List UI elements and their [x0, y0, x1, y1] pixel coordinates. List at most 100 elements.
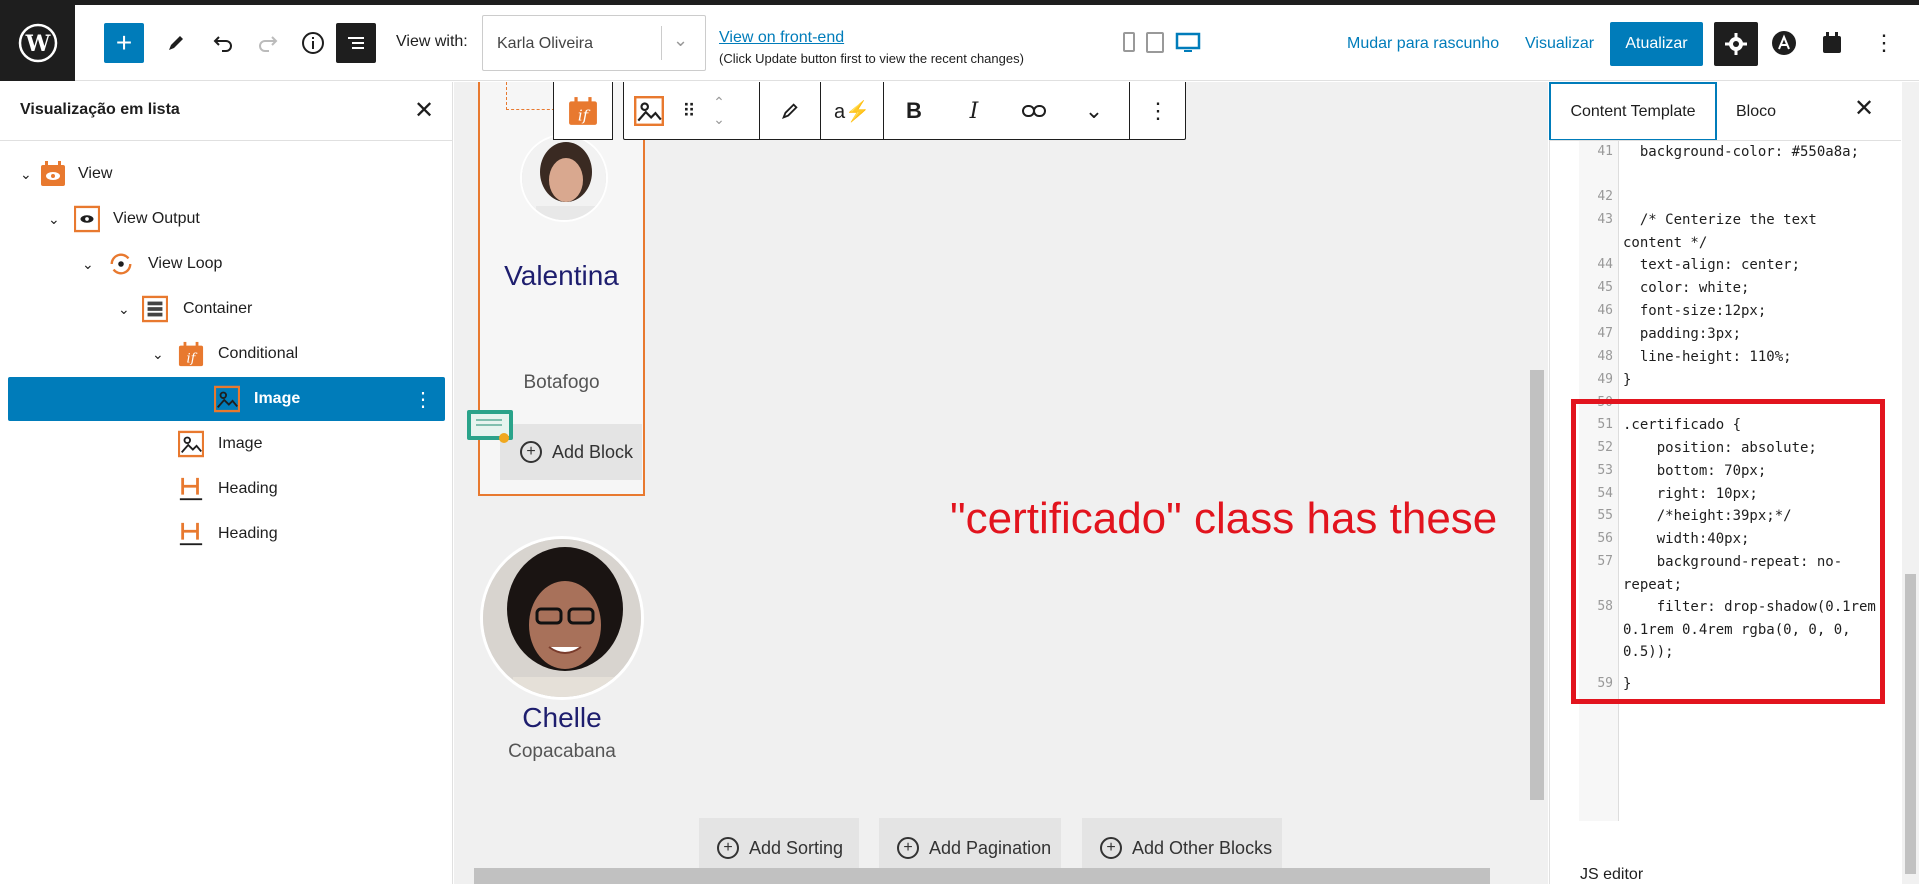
card-location[interactable]: Copacabana [480, 741, 644, 763]
canvas-vertical-scrollbar[interactable] [1530, 370, 1544, 800]
details-button[interactable] [293, 23, 333, 63]
close-icon[interactable]: ✕ [1854, 94, 1874, 123]
card-name[interactable]: Valentina [478, 258, 645, 294]
redo-icon [259, 36, 278, 52]
heading-icon [178, 521, 204, 547]
code-text: line-height: 110%; [1623, 349, 1792, 365]
chevron-down-icon: ⌄ [48, 210, 60, 227]
list-item-label: Conditional [218, 345, 299, 362]
add-other-blocks-label: Add Other Blocks [1132, 837, 1273, 858]
list-item-view[interactable]: ⌄ View [8, 152, 445, 196]
tab-content-template[interactable]: Content Template [1549, 82, 1717, 141]
undo-button[interactable] [203, 23, 243, 63]
link-button[interactable] [1004, 82, 1064, 140]
redo-button[interactable] [248, 23, 288, 63]
plus-circle-icon: + [897, 837, 919, 859]
view-with-select[interactable]: Karla Oliveira ⌄ [482, 15, 706, 71]
add-block-button[interactable]: + [104, 23, 144, 63]
card-name[interactable]: Chelle [480, 700, 644, 736]
add-block-button[interactable]: + Add Block [500, 424, 642, 480]
code-text: font-size:12px; [1623, 303, 1767, 319]
chevron-down-icon: ⌄ [20, 165, 32, 182]
image-icon [214, 385, 240, 413]
list-item-label: View Loop [148, 255, 223, 272]
avatar-chelle[interactable] [480, 536, 644, 700]
block-options-button[interactable]: ⋮ [1130, 82, 1186, 140]
undo-icon [213, 36, 232, 52]
desktop-preview-button[interactable] [1175, 31, 1201, 55]
canvas-horizontal-scrollbar[interactable] [474, 868, 1490, 884]
list-item-view-output[interactable]: ⌄ View Output [8, 197, 445, 241]
preview-link[interactable]: Visualizar [1525, 35, 1594, 53]
tablet-icon [1146, 32, 1164, 53]
link-icon [1022, 105, 1046, 117]
list-item-container[interactable]: ⌄ Container [8, 287, 445, 331]
list-item-conditional[interactable]: ⌄ if Conditional [8, 332, 445, 376]
js-editor-label[interactable]: JS editor [1580, 866, 1643, 884]
list-item-heading[interactable]: Heading [8, 512, 445, 556]
wordpress-logo[interactable]: W [0, 5, 75, 81]
list-item-image-selected[interactable]: Image ⋮ [8, 377, 445, 421]
more-icon: ⋮ [1147, 98, 1169, 123]
list-view-panel: Visualização em lista ✕ ⌄ View ⌄ View Ou… [0, 82, 453, 884]
list-item-view-loop[interactable]: ⌄ View Loop [8, 242, 445, 286]
tools-button[interactable] [156, 23, 196, 63]
settings-button[interactable] [1714, 22, 1758, 66]
chevron-down-icon: ⌄ [118, 300, 130, 317]
bold-button[interactable]: B [884, 82, 944, 140]
list-view-button[interactable] [336, 23, 376, 63]
update-button[interactable]: Atualizar [1610, 22, 1703, 66]
front-end-note: (Click Update button first to view the r… [719, 51, 1024, 66]
view-on-front-end-link[interactable]: View on front-end [719, 29, 844, 47]
more-icon[interactable]: ⋮ [413, 387, 433, 412]
image-icon [634, 96, 664, 126]
toolset-icon [1823, 32, 1841, 53]
line-number: 49 [1597, 372, 1613, 387]
more-formats-button[interactable]: ⌄ [1064, 82, 1124, 140]
astra-icon [1772, 31, 1796, 55]
gear-icon [1725, 33, 1747, 55]
edit-button[interactable] [760, 82, 820, 140]
close-icon[interactable]: ✕ [414, 96, 434, 125]
code-text: color: white; [1623, 280, 1750, 296]
desktop-icon [1175, 32, 1201, 52]
scrollbar-thumb[interactable] [1905, 574, 1916, 874]
avatar-valentina[interactable] [520, 134, 608, 222]
dynamic-text-button[interactable]: a⚡ [821, 82, 883, 140]
sidebar-scrollbar[interactable] [1902, 82, 1919, 884]
move-up-down-icon[interactable]: ⌃ ⌄ [704, 82, 734, 140]
add-block-label: Add Block [552, 441, 634, 462]
conditional-parent-button[interactable]: if [566, 82, 600, 140]
bold-icon: B [906, 98, 922, 123]
list-item-image[interactable]: Image [8, 422, 445, 466]
options-button[interactable]: ⋮ [1864, 23, 1904, 63]
editor-toolbar: W + View with: Karla Oliveira ⌄ View on … [0, 5, 1919, 81]
view-with-label: View with: [396, 33, 468, 50]
switch-to-draft-link[interactable]: Mudar para rascunho [1347, 35, 1499, 53]
toolset-button[interactable] [1812, 23, 1852, 63]
plus-icon: + [115, 27, 133, 58]
drag-icon[interactable]: ⠿ [674, 82, 704, 140]
code-text: } [1623, 372, 1632, 388]
block-type-button[interactable] [624, 82, 674, 140]
plus-circle-icon: + [1100, 837, 1122, 859]
svg-text:W: W [24, 31, 50, 57]
astra-button[interactable] [1764, 23, 1804, 63]
info-icon [302, 32, 324, 54]
conditional-icon: if [178, 341, 204, 367]
line-number: 42 [1597, 189, 1613, 204]
tablet-preview-button[interactable] [1144, 31, 1166, 55]
conditional-block-toolbar: if [553, 82, 613, 140]
italic-button[interactable]: I [944, 82, 1004, 140]
list-item-label: Image [218, 435, 263, 452]
line-number: 41 [1597, 144, 1613, 159]
list-item-heading[interactable]: Heading [8, 467, 445, 511]
tab-block[interactable]: Bloco [1736, 82, 1776, 141]
certificate-badge-icon[interactable] [466, 408, 516, 446]
more-icon: ⋮ [1873, 30, 1895, 55]
card-location[interactable]: Botafogo [478, 372, 645, 394]
mobile-preview-button[interactable] [1118, 31, 1140, 55]
line-number: 44 [1597, 257, 1613, 272]
container-icon [142, 295, 168, 323]
plus-circle-icon: + [717, 837, 739, 859]
